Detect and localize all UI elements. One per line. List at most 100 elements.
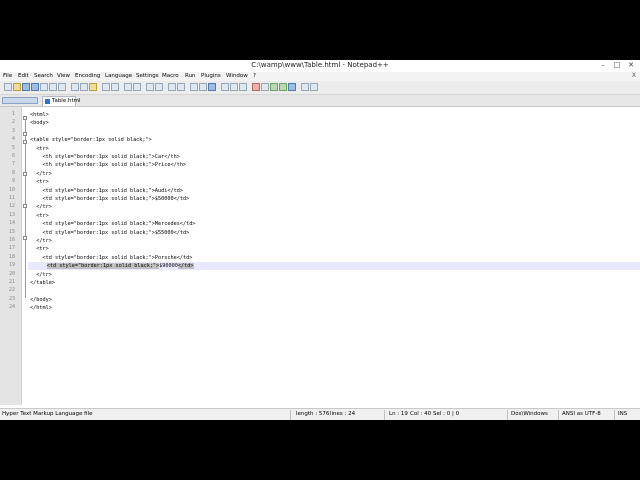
code-line[interactable]: <th style="border:1px solid black;">Car<… — [30, 153, 179, 161]
code-line[interactable]: </tr> — [30, 170, 52, 178]
status-eol: Dos\Windows — [511, 411, 548, 417]
title-bar: C:\wamp\www\Table.html - Notepad++ – □ ✕ — [0, 60, 640, 72]
line-number: 19 — [8, 262, 15, 269]
sync-vertical-icon[interactable] — [168, 83, 176, 91]
fold-line — [25, 120, 26, 298]
menu-encoding[interactable]: Encoding — [75, 73, 100, 79]
print-icon[interactable] — [58, 83, 66, 91]
stop-recording-icon[interactable] — [261, 83, 269, 91]
word-wrap-icon[interactable] — [190, 83, 198, 91]
status-length: length : 576 — [296, 411, 330, 417]
code-line[interactable]: </html> — [30, 304, 52, 312]
code-line[interactable]: <td style="border:1px solid black;">$550… — [30, 229, 189, 237]
code-line[interactable]: <tr> — [30, 245, 49, 253]
selected-text[interactable]: <td style="border:1px solid black;"> — [46, 263, 160, 270]
user-language-icon[interactable] — [221, 83, 229, 91]
cut-icon[interactable] — [71, 83, 79, 91]
menu-run[interactable]: Run — [185, 73, 196, 79]
line-number: 12 — [8, 203, 15, 210]
line-number: 24 — [8, 304, 15, 311]
code-editor[interactable]: 1 2 3 4 5 6 7 8 9 10 11 12 13 14 15 16 17 18 19 20 21 22 23 24 … — [0, 107, 640, 405]
indent-guide-icon[interactable] — [208, 83, 216, 91]
code-line[interactable]: <tr> — [30, 145, 49, 153]
save-macro-icon[interactable] — [288, 83, 296, 91]
selected-closing-tag[interactable]: </td> — [177, 263, 194, 270]
menu-view[interactable]: View — [57, 73, 70, 79]
status-separator — [290, 410, 291, 420]
cell-value-text: $90000 — [159, 263, 178, 270]
sync-horizontal-icon[interactable] — [177, 83, 185, 91]
file-saved-icon — [45, 99, 50, 104]
code-line[interactable]: </tr> — [30, 237, 52, 245]
fold-toggle-icon[interactable] — [23, 172, 27, 176]
fold-toggle-icon[interactable] — [23, 140, 27, 144]
tab-table-html[interactable]: Table.html — [42, 96, 81, 106]
close-icon[interactable] — [40, 83, 48, 91]
fold-toggle-icon[interactable] — [23, 236, 27, 240]
menu-plugins[interactable]: Plugins — [201, 73, 221, 79]
open-file-icon[interactable] — [13, 83, 21, 91]
code-line[interactable]: <tr> — [30, 212, 49, 220]
code-line[interactable]: </tr> — [30, 203, 52, 211]
redo-icon[interactable] — [111, 83, 119, 91]
current-code-line[interactable]: <td style="border:1px solid black;">$900… — [28, 262, 640, 271]
tab-bar: Table.html — [0, 95, 640, 107]
paste-icon[interactable] — [89, 83, 97, 91]
menu-file[interactable]: File — [3, 73, 12, 79]
zoom-out-icon[interactable] — [155, 83, 163, 91]
code-line[interactable]: <tr> — [30, 178, 49, 186]
fold-toggle-icon[interactable] — [23, 204, 27, 208]
maximize-button[interactable]: □ — [610, 60, 624, 71]
code-line[interactable]: </body> — [30, 296, 52, 304]
code-line[interactable]: <td style="border:1px solid black;">Audi… — [30, 187, 183, 195]
function-list-icon[interactable] — [239, 83, 247, 91]
line-number: 8 — [11, 169, 15, 176]
spellcheck-icon[interactable] — [301, 83, 309, 91]
document-list-button[interactable] — [2, 97, 38, 104]
code-line[interactable]: <table style="border:1px solid black;"> — [30, 136, 152, 144]
fold-toggle-icon[interactable] — [23, 132, 27, 136]
code-line[interactable]: <td style="border:1px solid black;">$500… — [30, 195, 189, 203]
menu-settings[interactable]: Settings — [136, 73, 159, 79]
new-file-icon[interactable] — [4, 83, 12, 91]
status-insert-mode: INS — [618, 411, 628, 417]
record-macro-icon[interactable] — [252, 83, 260, 91]
code-line[interactable]: <td style="border:1px solid black;">Pors… — [30, 254, 192, 262]
code-line[interactable]: <body> — [30, 119, 49, 127]
fold-margin[interactable] — [22, 107, 28, 405]
menu-bar: File Edit Search View Encoding Language … — [0, 72, 640, 81]
code-line[interactable]: <td style="border:1px solid black;">Merc… — [30, 220, 195, 228]
run-macro-multiple-icon[interactable] — [279, 83, 287, 91]
minimize-button[interactable]: – — [596, 60, 610, 71]
doc-map-icon[interactable] — [230, 83, 238, 91]
menu-window[interactable]: Window — [226, 73, 248, 79]
menu-language[interactable]: Language — [105, 73, 132, 79]
zoom-in-icon[interactable] — [146, 83, 154, 91]
toolbar — [0, 81, 640, 95]
copy-icon[interactable] — [80, 83, 88, 91]
line-number: 20 — [8, 270, 15, 277]
code-line[interactable]: </table> — [30, 279, 55, 287]
line-number: 22 — [8, 287, 15, 294]
close-all-icon[interactable] — [49, 83, 57, 91]
play-macro-icon[interactable] — [270, 83, 278, 91]
show-all-chars-icon[interactable] — [199, 83, 207, 91]
status-line: Ln : 19 — [389, 411, 408, 417]
menu-macro[interactable]: Macro — [162, 73, 179, 79]
code-line[interactable]: <th style="border:1px solid black;">Pric… — [30, 161, 186, 169]
menu-edit[interactable]: Edit — [18, 73, 29, 79]
replace-icon[interactable] — [133, 83, 141, 91]
close-button[interactable]: ✕ — [624, 60, 638, 71]
code-line[interactable]: </tr> — [30, 271, 52, 279]
filter-icon[interactable] — [310, 83, 318, 91]
status-bar: Hyper Text Markup Language file length :… — [0, 408, 640, 420]
code-area[interactable]: <html> <body> <table style="border:1px sol… — [28, 107, 640, 405]
close-document-icon[interactable]: X — [632, 72, 636, 79]
find-icon[interactable] — [124, 83, 132, 91]
code-line[interactable]: <html> — [30, 111, 49, 119]
undo-icon[interactable] — [102, 83, 110, 91]
save-icon[interactable] — [22, 83, 30, 91]
menu-search[interactable]: Search — [34, 73, 53, 79]
menu-help[interactable]: ? — [253, 73, 256, 79]
save-all-icon[interactable] — [31, 83, 39, 91]
